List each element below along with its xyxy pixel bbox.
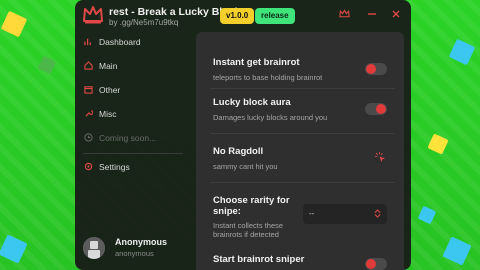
script-hub-window: rest - Break a Lucky Block! by .gg/Ne5m7… bbox=[75, 0, 411, 270]
version-badge: v1.0.0 bbox=[220, 8, 255, 24]
sidebar-item-label: Coming soon... bbox=[99, 133, 157, 143]
sidebar-item-coming-soon: Coming soon... bbox=[83, 129, 156, 147]
chevron-updown-icon bbox=[374, 204, 381, 226]
release-badge: release bbox=[255, 8, 295, 24]
sidebar-item-label: Settings bbox=[99, 162, 130, 172]
minimize-icon[interactable] bbox=[365, 9, 379, 23]
sidebar-item-label: Misc bbox=[99, 109, 117, 119]
bar-chart-icon bbox=[83, 37, 93, 47]
option-choose-rarity: Choose rarity for snipe: Instant collect… bbox=[213, 195, 301, 239]
sidebar-item-other[interactable]: Other bbox=[83, 81, 120, 99]
house-icon bbox=[83, 61, 93, 71]
title-bar[interactable]: rest - Break a Lucky Block! by .gg/Ne5m7… bbox=[75, 0, 411, 32]
option-separator bbox=[210, 133, 395, 134]
sidebar-item-main[interactable]: Main bbox=[83, 57, 117, 75]
option-separator bbox=[210, 182, 395, 183]
sidebar-item-label: Dashboard bbox=[99, 37, 141, 47]
sidebar-divider bbox=[83, 153, 183, 154]
instant-get-brainrot-toggle[interactable] bbox=[365, 63, 387, 75]
option-title: No Ragdoll bbox=[213, 146, 264, 157]
crown-icon[interactable] bbox=[337, 9, 351, 23]
option-title: Choose rarity for snipe: bbox=[213, 195, 290, 217]
option-description: Instant collects these brainrots if dete… bbox=[213, 221, 284, 239]
user-handle: anonymous bbox=[115, 249, 154, 258]
rarity-dropdown[interactable]: -- bbox=[303, 204, 387, 224]
user-name: Anonymous bbox=[115, 237, 168, 247]
sidebar-item-settings[interactable]: Settings bbox=[83, 158, 130, 176]
clock-icon bbox=[83, 133, 93, 143]
option-separator bbox=[210, 88, 395, 89]
pointer-click-icon[interactable] bbox=[374, 152, 386, 164]
close-icon[interactable] bbox=[389, 9, 403, 23]
wrench-icon bbox=[83, 109, 94, 119]
toggle-knob bbox=[366, 259, 376, 269]
toggle-knob bbox=[376, 104, 386, 114]
crown-logo-icon bbox=[83, 6, 103, 24]
gear-icon bbox=[83, 162, 93, 172]
toggle-knob bbox=[366, 64, 376, 74]
option-description: teleports to base holding brainrot bbox=[213, 73, 323, 82]
sidebar-item-label: Main bbox=[99, 61, 118, 71]
sidebar-item-misc[interactable]: Misc bbox=[83, 105, 116, 123]
sidebar-item-label: Other bbox=[99, 85, 121, 95]
lucky-block-aura-toggle[interactable] bbox=[365, 103, 387, 115]
start-brainrot-sniper-toggle[interactable] bbox=[365, 258, 387, 270]
window-subtitle: by .gg/Ne5m7u9tkq bbox=[109, 18, 179, 27]
option-no-ragdoll: No Ragdoll sammy cant hit you bbox=[213, 146, 393, 171]
option-description: Damages lucky blocks around you bbox=[213, 113, 328, 122]
avatar bbox=[83, 237, 105, 259]
option-description: sammy cant hit you bbox=[213, 162, 278, 171]
dropdown-value: -- bbox=[309, 209, 315, 218]
user-profile: Anonymous anonymous bbox=[83, 234, 193, 262]
box-icon bbox=[83, 85, 93, 95]
sidebar-item-dashboard[interactable]: Dashboard bbox=[83, 33, 141, 51]
main-content-panel: Instant get brainrot teleports to base h… bbox=[196, 32, 404, 270]
